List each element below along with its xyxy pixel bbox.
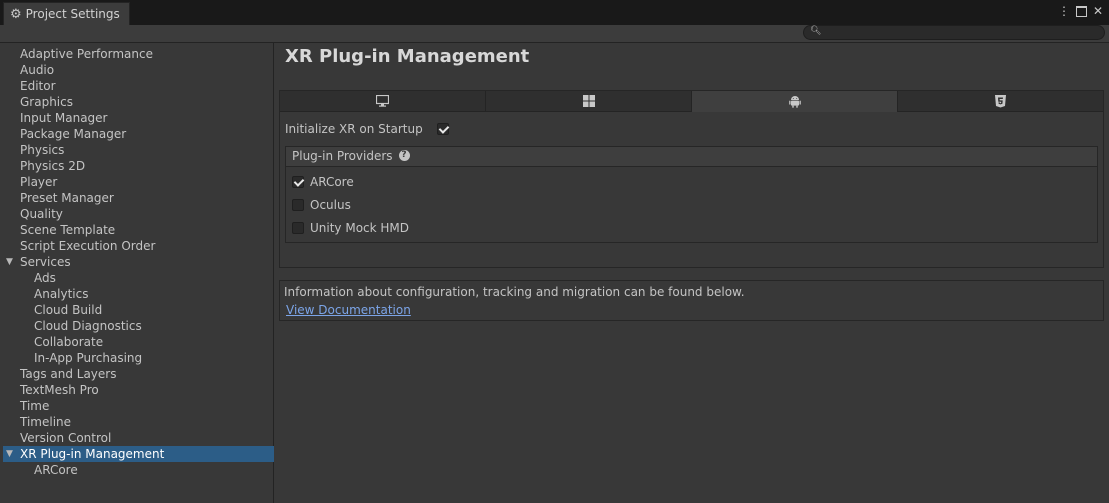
sidebar-item-label: Editor bbox=[20, 79, 56, 93]
more-menu-icon[interactable]: ⋮ bbox=[1058, 4, 1070, 18]
sidebar-item-label: Package Manager bbox=[20, 127, 127, 141]
sidebar-item-label: In-App Purchasing bbox=[34, 351, 143, 365]
sidebar-item-label: Physics bbox=[20, 143, 65, 157]
sidebar-item[interactable]: Version Control bbox=[3, 430, 274, 446]
sidebar-item[interactable]: Time bbox=[3, 398, 274, 414]
tab-standalone[interactable] bbox=[280, 91, 486, 112]
sidebar-item-label: Ads bbox=[34, 271, 56, 285]
provider-row: Oculus bbox=[292, 197, 351, 213]
sidebar-item[interactable]: Package Manager bbox=[3, 126, 274, 142]
provider-checkbox[interactable] bbox=[292, 222, 304, 234]
sidebar-item-label: Player bbox=[20, 175, 58, 189]
help-icon[interactable]: ? bbox=[398, 150, 410, 161]
provider-checkbox[interactable] bbox=[292, 199, 304, 211]
tab-android[interactable] bbox=[692, 91, 898, 112]
desktop-monitor-icon bbox=[376, 95, 389, 107]
init-xr-checkbox[interactable] bbox=[437, 123, 449, 135]
window-controls: ⋮ ✕ bbox=[1058, 4, 1103, 18]
sidebar-item-label: Cloud Diagnostics bbox=[34, 319, 142, 333]
sidebar-item[interactable]: Editor bbox=[3, 78, 274, 94]
sidebar-item-label: ARCore bbox=[34, 463, 78, 477]
tab-title: Project Settings bbox=[25, 7, 120, 21]
sidebar-item[interactable]: ▼ XR Plug-in Management bbox=[3, 446, 274, 462]
plugin-providers-title: Plug-in Providers bbox=[292, 149, 393, 163]
platform-tabs bbox=[280, 91, 1103, 113]
provider-row: Unity Mock HMD bbox=[292, 220, 409, 236]
sidebar-item[interactable]: Script Execution Order bbox=[3, 238, 274, 254]
sidebar-item[interactable]: Quality bbox=[3, 206, 274, 222]
sidebar-item[interactable]: ARCore bbox=[3, 462, 274, 478]
project-settings-tab[interactable]: ⚙ Project Settings bbox=[3, 2, 130, 25]
search-bar: 🔍︎ bbox=[0, 25, 1109, 43]
maximize-icon[interactable] bbox=[1075, 5, 1087, 17]
sidebar-item[interactable]: Graphics bbox=[3, 94, 274, 110]
sidebar-item-label: Preset Manager bbox=[20, 191, 114, 205]
sidebar-item-label: Cloud Build bbox=[34, 303, 103, 317]
sidebar-item[interactable]: Preset Manager bbox=[3, 190, 274, 206]
sidebar-item[interactable]: ▼ Services bbox=[3, 254, 274, 270]
view-documentation-link[interactable]: View Documentation bbox=[286, 303, 411, 317]
sidebar-item[interactable]: Cloud Diagnostics bbox=[3, 318, 274, 334]
sidebar-item[interactable]: Cloud Build bbox=[3, 302, 274, 318]
sidebar-item-label: Tags and Layers bbox=[20, 367, 117, 381]
android-icon bbox=[788, 96, 801, 108]
close-icon[interactable]: ✕ bbox=[1093, 4, 1103, 18]
sidebar-item-label: Services bbox=[20, 255, 71, 269]
sidebar-item-label: Physics 2D bbox=[20, 159, 86, 173]
sidebar-item-label: Analytics bbox=[34, 287, 89, 301]
windows-logo-icon bbox=[582, 95, 595, 107]
sidebar-item[interactable]: Ads bbox=[3, 270, 274, 286]
provider-checkbox[interactable] bbox=[292, 176, 304, 188]
sidebar-item-label: Graphics bbox=[20, 95, 73, 109]
sidebar-item-label: Adaptive Performance bbox=[20, 47, 153, 61]
gear-icon: ⚙ bbox=[10, 6, 22, 22]
provider-label: ARCore bbox=[310, 175, 354, 189]
init-xr-label: Initialize XR on Startup bbox=[285, 122, 423, 136]
sidebar-item-label: Time bbox=[20, 399, 50, 413]
sidebar-item[interactable]: Physics bbox=[3, 142, 274, 158]
expand-arrow-icon[interactable]: ▼ bbox=[6, 446, 13, 462]
search-icon: 🔍︎ bbox=[810, 26, 822, 36]
sidebar-item-label: Input Manager bbox=[20, 111, 108, 125]
sidebar-item[interactable]: Adaptive Performance bbox=[3, 46, 274, 62]
sidebar-item[interactable]: Input Manager bbox=[3, 110, 274, 126]
sidebar-item[interactable]: Player bbox=[3, 174, 274, 190]
window-titlebar: ⚙ Project Settings ⋮ ✕ bbox=[0, 0, 1109, 26]
plugin-providers-panel: Plug-in Providers? ARCore Oculus Unity Moc… bbox=[285, 146, 1098, 243]
sidebar-item-label: Timeline bbox=[20, 415, 72, 429]
main-panel: XR Plug-in Management Initialize XR on S… bbox=[274, 43, 1109, 503]
sidebar-item[interactable]: Scene Template bbox=[3, 222, 274, 238]
info-text: Information about configuration, trackin… bbox=[284, 285, 745, 299]
sidebar-item[interactable]: TextMesh Pro bbox=[3, 382, 274, 398]
plugin-providers-header: Plug-in Providers? bbox=[286, 147, 1097, 167]
settings-sidebar: Adaptive Performance Audio Editor Graphics I… bbox=[0, 43, 274, 503]
sidebar-item-label: Quality bbox=[20, 207, 63, 221]
tab-webgl[interactable] bbox=[898, 91, 1103, 112]
sidebar-item[interactable]: Physics 2D bbox=[3, 158, 274, 174]
sidebar-item[interactable]: Collaborate bbox=[3, 334, 274, 350]
sidebar-item[interactable]: Tags and Layers bbox=[3, 366, 274, 382]
sidebar-item-label: Version Control bbox=[20, 431, 112, 445]
sidebar-item[interactable]: In-App Purchasing bbox=[3, 350, 274, 366]
sidebar-item[interactable]: Timeline bbox=[3, 414, 274, 430]
sidebar-item[interactable]: Audio bbox=[3, 62, 274, 78]
sidebar-item-label: XR Plug-in Management bbox=[20, 447, 165, 461]
expand-arrow-icon[interactable]: ▼ bbox=[6, 254, 13, 270]
sidebar-item-label: Audio bbox=[20, 63, 55, 77]
sidebar-item[interactable]: Analytics bbox=[3, 286, 274, 302]
sidebar-item-label: Collaborate bbox=[34, 335, 104, 349]
provider-row: ARCore bbox=[292, 174, 354, 190]
info-panel: Information about configuration, trackin… bbox=[279, 280, 1104, 321]
sidebar-item-label: Scene Template bbox=[20, 223, 116, 237]
tab-windows-uwp[interactable] bbox=[486, 91, 692, 112]
search-input[interactable]: 🔍︎ bbox=[803, 25, 1105, 40]
platform-settings-panel: Initialize XR on Startup Plug-in Provide… bbox=[279, 90, 1104, 268]
page-title: XR Plug-in Management bbox=[285, 46, 530, 67]
provider-label: Unity Mock HMD bbox=[310, 221, 410, 235]
html5-icon bbox=[995, 94, 1006, 107]
sidebar-item-label: Script Execution Order bbox=[20, 239, 156, 253]
sidebar-item-label: TextMesh Pro bbox=[20, 383, 99, 397]
provider-label: Oculus bbox=[310, 198, 351, 212]
